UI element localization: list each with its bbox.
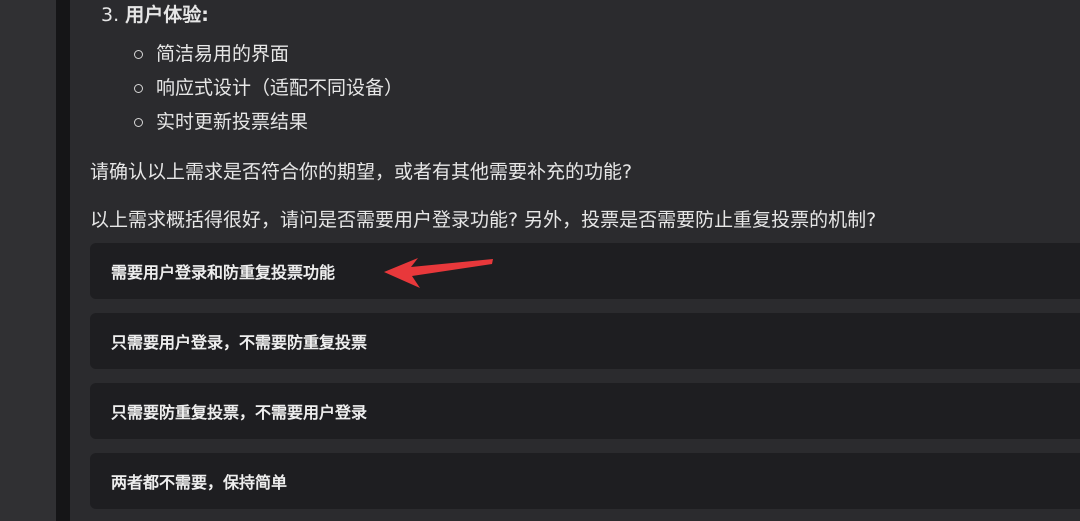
- chat-message-area: 3. 用户体验: 简洁易用的界面 响应式设计（适配不同设备） 实时更新投票结果 …: [70, 0, 1080, 521]
- list-item-text: 简洁易用的界面: [156, 43, 290, 65]
- list-item: 简洁易用的界面: [134, 37, 403, 71]
- hollow-bullet-icon: [134, 49, 143, 59]
- option-button-neither[interactable]: 两者都不需要，保持简单: [90, 453, 1080, 509]
- list-item-text: 响应式设计（适配不同设备）: [156, 77, 404, 99]
- option-button-login-only[interactable]: 只需要用户登录，不需要防重复投票: [90, 313, 1080, 369]
- list-heading-user-experience: 3. 用户体验:: [101, 0, 209, 30]
- list-item: 实时更新投票结果: [134, 105, 403, 139]
- list-heading-title: 用户体验:: [125, 4, 209, 26]
- list-number: 3.: [101, 4, 120, 26]
- list-item: 响应式设计（适配不同设备）: [134, 71, 403, 105]
- confirm-prompt-text: 请确认以上需求是否符合你的期望，或者有其他需要补充的功能?: [90, 161, 633, 183]
- follow-up-question-text: 以上需求概括得很好，请问是否需要用户登录功能? 另外，投票是否需要防止重复投票的…: [90, 209, 877, 231]
- list-item-text: 实时更新投票结果: [156, 111, 309, 133]
- option-button-login-and-dedupe[interactable]: 需要用户登录和防重复投票功能: [90, 243, 1080, 299]
- sidebar-divider: [56, 0, 70, 521]
- left-sidebar-rail: [0, 0, 56, 521]
- user-experience-sublist: 简洁易用的界面 响应式设计（适配不同设备） 实时更新投票结果: [134, 37, 403, 139]
- annotation-arrow-icon: [384, 258, 493, 288]
- hollow-bullet-icon: [134, 117, 143, 127]
- hollow-bullet-icon: [134, 83, 143, 93]
- option-button-dedupe-only[interactable]: 只需要防重复投票，不需要用户登录: [90, 383, 1080, 439]
